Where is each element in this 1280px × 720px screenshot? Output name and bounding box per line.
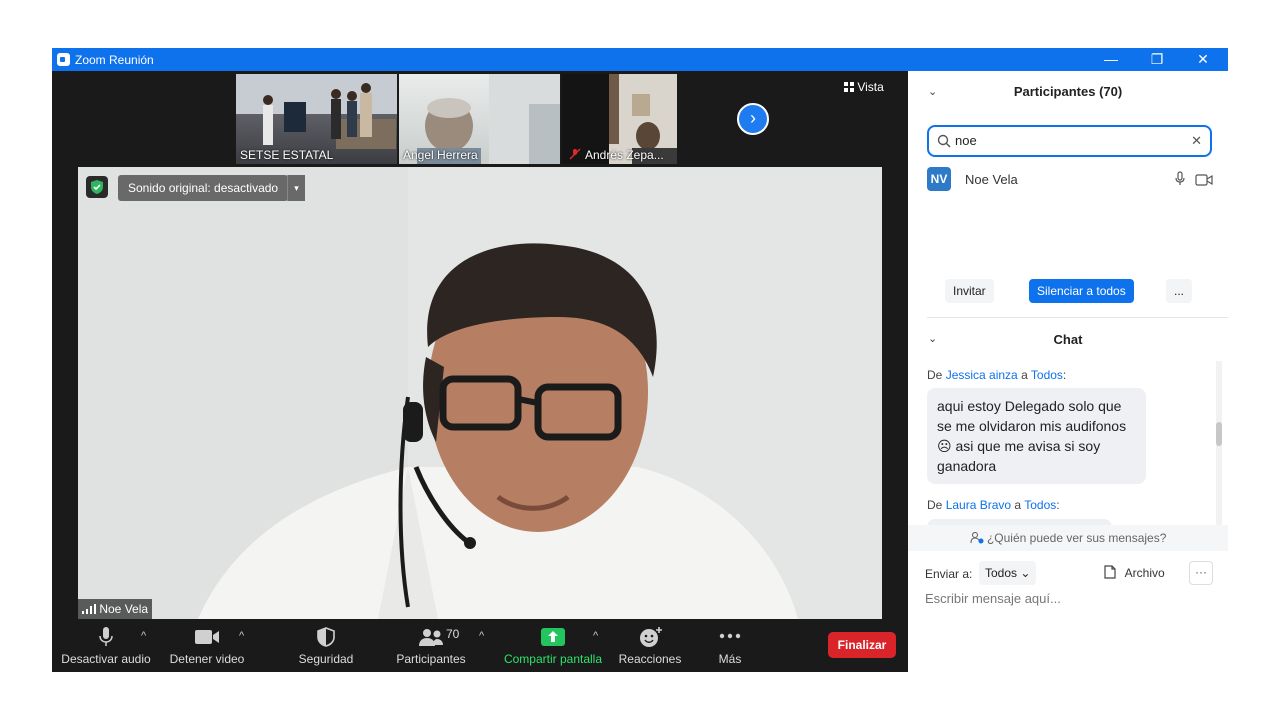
restore-button[interactable]: ❐ <box>1134 48 1180 71</box>
security-button[interactable]: Seguridad <box>288 622 364 672</box>
chat-more-button[interactable]: ··· <box>1189 561 1213 585</box>
participants-options-caret[interactable]: ^ <box>479 630 484 642</box>
mute-audio-label: Desactivar audio <box>61 652 151 666</box>
stop-video-button[interactable]: Detener video <box>164 622 250 672</box>
muted-mic-icon <box>569 148 581 160</box>
search-icon <box>937 134 951 148</box>
chat-message-bubble: aqui estoy Delegado solo que se me olvid… <box>927 388 1146 484</box>
invite-button[interactable]: Invitar <box>945 279 994 303</box>
clear-search-icon[interactable]: ✕ <box>1191 133 1202 149</box>
minimize-button[interactable]: — <box>1088 48 1134 71</box>
avatar: NV <box>927 167 951 191</box>
share-options-caret[interactable]: ^ <box>593 630 598 642</box>
next-page-button[interactable]: › <box>737 103 769 135</box>
who-can-see-messages-link[interactable]: ¿Quién puede ver sus mensajes? <box>908 525 1228 551</box>
encryption-shield-icon[interactable] <box>86 176 108 198</box>
audio-options-caret[interactable]: ^ <box>141 630 146 642</box>
grid-view-icon <box>844 82 854 92</box>
participant-name: Noe Vela <box>965 172 1018 187</box>
send-to-dropdown[interactable]: Todos ⌄ <box>979 561 1037 585</box>
zoom-window: Zoom Reunión — ❐ ✕ SETSE ESTATAL Angel H… <box>52 48 1228 672</box>
participant-mic-icon[interactable] <box>1175 171 1185 187</box>
sender-name[interactable]: Jessica ainza <box>946 368 1018 382</box>
more-options-button[interactable]: Más <box>706 622 754 672</box>
send-to-value: Todos <box>985 566 1018 580</box>
send-to-label: Enviar a: <box>925 567 973 581</box>
speaker-video-image <box>78 167 882 619</box>
signal-strength-icon <box>82 604 96 614</box>
share-screen-button[interactable]: Compartir pantalla <box>500 622 606 672</box>
recipient-name[interactable]: Todos <box>1031 368 1063 382</box>
chat-scrollbar-thumb[interactable] <box>1216 422 1222 446</box>
person-eye-icon <box>970 531 984 544</box>
video-stage: SETSE ESTATAL Angel Herrera Andrés Zepa.… <box>52 71 908 672</box>
end-meeting-button[interactable]: Finalizar <box>828 632 896 658</box>
chat-messages: De Jessica ainza a Todos: aqui estoy Del… <box>908 361 1228 525</box>
view-button[interactable]: Vista <box>844 80 884 94</box>
participants-label: Participantes <box>396 652 466 666</box>
participants-icon <box>419 629 443 646</box>
participants-count: 70 <box>446 627 460 641</box>
share-screen-icon <box>541 628 565 646</box>
thumbnail-video-1[interactable]: Angel Herrera <box>399 74 560 164</box>
zoom-logo-icon <box>57 53 70 66</box>
chevron-down-icon: ⌄ <box>1020 566 1031 580</box>
view-label: Vista <box>857 80 884 94</box>
mute-all-button[interactable]: Silenciar a todos <box>1029 279 1134 303</box>
thumbnail-name: Angel Herrera <box>403 148 478 162</box>
meeting-toolbar: Desactivar audio ^ Detener video ^ Segur… <box>52 622 908 672</box>
thumbnail-video-2[interactable]: Andrés Zepa... <box>562 74 677 164</box>
speaker-name-tag: Noe Vela <box>78 599 153 619</box>
original-sound-toggle[interactable]: Sonido original: desactivado <box>118 175 289 201</box>
side-panel: ⌄ Participantes (70) ✕ NV Noe Vela Invi <box>908 71 1228 672</box>
message-sender-line: De Laura Bravo a Todos: <box>927 498 1060 512</box>
file-icon <box>1104 565 1116 579</box>
participant-camera-icon[interactable] <box>1195 174 1213 186</box>
mute-audio-button[interactable]: Desactivar audio <box>60 622 152 672</box>
participants-button[interactable]: 70 Participantes <box>392 622 470 672</box>
participants-header: Participantes (70) <box>1013 84 1123 99</box>
reactions-button[interactable]: Reacciones <box>615 622 685 672</box>
sender-name[interactable]: Laura Bravo <box>946 498 1011 512</box>
stop-video-label: Detener video <box>169 652 245 666</box>
file-button[interactable]: Archivo <box>1104 561 1165 585</box>
reactions-label: Reacciones <box>618 652 682 666</box>
thumbnail-video-0[interactable]: SETSE ESTATAL <box>236 74 397 164</box>
chat-header: Chat <box>1053 332 1083 347</box>
more-label: Más <box>718 652 742 666</box>
more-dots-icon <box>719 633 741 639</box>
security-label: Seguridad <box>298 652 354 666</box>
shield-icon <box>317 627 335 647</box>
thumbnail-name: Andrés Zepa... <box>585 148 664 162</box>
who-can-see-label: ¿Quién puede ver sus mensajes? <box>986 531 1167 545</box>
message-sender-line: De Jessica ainza a Todos: <box>927 368 1067 382</box>
recipient-name[interactable]: Todos <box>1024 498 1056 512</box>
thumbnail-name: SETSE ESTATAL <box>240 148 334 162</box>
participant-search-input[interactable] <box>955 133 1175 148</box>
original-sound-dropdown[interactable]: ▾ <box>287 175 305 201</box>
participant-search-box[interactable]: ✕ <box>927 125 1212 157</box>
participants-more-button[interactable]: ... <box>1166 279 1193 303</box>
share-screen-label: Compartir pantalla <box>503 652 603 666</box>
microphone-icon <box>99 627 113 646</box>
reactions-smiley-icon <box>640 627 662 647</box>
main-video: Sonido original: desactivado ▾ Noe Vela <box>78 167 882 619</box>
title-bar: Zoom Reunión — ❐ ✕ <box>52 48 1228 71</box>
speaker-name: Noe Vela <box>99 602 149 616</box>
panel-divider <box>927 317 1228 318</box>
window-title: Zoom Reunión <box>75 53 154 67</box>
video-camera-icon <box>195 630 219 644</box>
file-label: Archivo <box>1124 566 1165 580</box>
video-options-caret[interactable]: ^ <box>239 630 244 642</box>
chat-message-input[interactable] <box>925 591 1215 606</box>
close-window-button[interactable]: ✕ <box>1180 48 1226 71</box>
